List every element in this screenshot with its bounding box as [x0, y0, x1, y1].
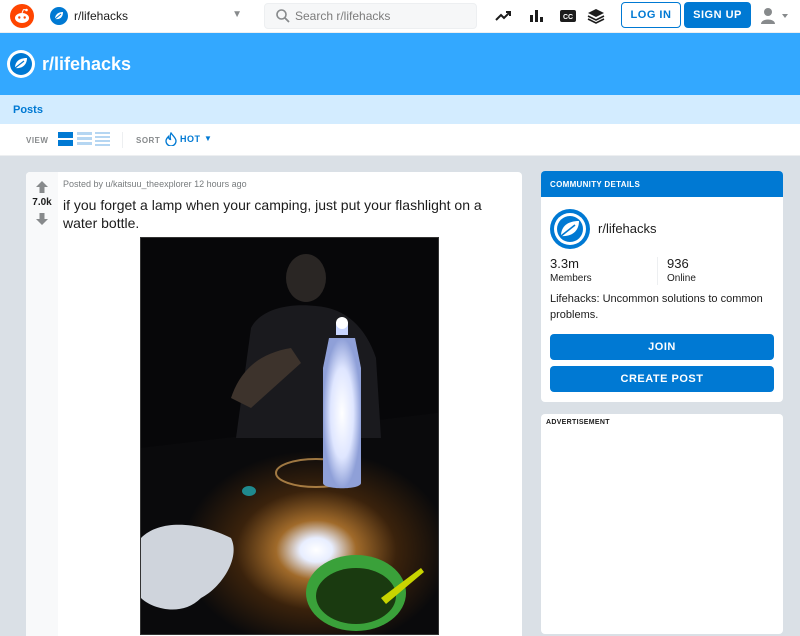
compact-view-icon[interactable]	[95, 132, 110, 146]
stats-icon[interactable]	[526, 6, 546, 26]
advertisement-label: ADVERTISEMENT	[546, 419, 610, 426]
subreddit-name: r/lifehacks	[74, 9, 129, 23]
post-card[interactable]: 7.0k Posted by u/kaitsuu_theexplorer 12 …	[26, 172, 522, 636]
tab-posts[interactable]: Posts	[13, 104, 43, 116]
layers-icon[interactable]	[586, 6, 606, 26]
post-title[interactable]: if you forget a lamp when your camping, …	[63, 196, 513, 232]
search-box[interactable]	[264, 3, 477, 29]
user-icon	[761, 8, 788, 24]
create-post-button[interactable]: CREATE POST	[550, 366, 774, 392]
post-meta[interactable]: Posted by u/kaitsuu_theexplorer 12 hours…	[63, 179, 247, 189]
subreddit-title: r/lifehacks	[42, 54, 132, 74]
chevron-down-icon: ▼	[232, 9, 242, 20]
sort-label: SORT	[136, 136, 161, 145]
search-input[interactable]	[295, 7, 470, 25]
online-label: Online	[667, 273, 696, 284]
members-label: Members	[550, 273, 592, 284]
closed-caption-icon[interactable]: CC	[558, 6, 578, 26]
classic-view-icon[interactable]	[77, 132, 92, 146]
downvote-icon[interactable]	[35, 212, 49, 226]
login-button[interactable]: LOG IN	[621, 2, 681, 28]
community-avatar-icon	[550, 209, 590, 249]
subreddit-dropdown[interactable]: r/lifehacks ▼	[46, 4, 246, 28]
svg-text:CC: CC	[563, 14, 573, 21]
user-menu[interactable]	[758, 4, 794, 28]
stats-divider	[657, 257, 658, 285]
advertisement-card: ADVERTISEMENT	[541, 414, 783, 634]
top-nav-bar: r/lifehacks ▼ CC LOG IN SIGN UP	[0, 0, 800, 33]
community-details-title: COMMUNITY DETAILS	[550, 180, 641, 189]
members-count: 3.3m	[550, 256, 579, 271]
subreddit-tabs: Posts	[0, 95, 800, 124]
search-icon	[276, 9, 290, 23]
subreddit-banner-icon	[7, 50, 35, 78]
vote-column: 7.0k	[26, 172, 58, 636]
subreddit-banner: r/lifehacks	[0, 33, 800, 95]
signup-button[interactable]: SIGN UP	[684, 2, 751, 28]
community-details-header: COMMUNITY DETAILS	[541, 171, 783, 197]
reddit-logo-icon[interactable]	[10, 4, 34, 28]
community-name[interactable]: r/lifehacks	[598, 221, 657, 236]
post-image[interactable]	[140, 237, 439, 635]
join-button[interactable]: JOIN	[550, 334, 774, 360]
trending-icon[interactable]	[493, 6, 513, 26]
chevron-down-icon: ▼	[204, 134, 212, 143]
subreddit-icon	[50, 7, 68, 25]
toolbar-divider	[122, 132, 123, 148]
online-count: 936	[667, 256, 689, 271]
community-details-card: COMMUNITY DETAILS r/lifehacks 3.3m Membe…	[541, 171, 783, 402]
sort-value: HOT	[180, 134, 201, 144]
vote-count: 7.0k	[32, 197, 52, 208]
community-description: Lifehacks: Uncommon solutions to common …	[550, 293, 763, 321]
upvote-icon[interactable]	[35, 180, 49, 194]
card-view-icon[interactable]	[58, 132, 73, 146]
view-label: VIEW	[26, 136, 49, 145]
flame-icon	[165, 132, 177, 146]
view-sort-bar: VIEW SORT HOT ▼	[0, 124, 800, 156]
